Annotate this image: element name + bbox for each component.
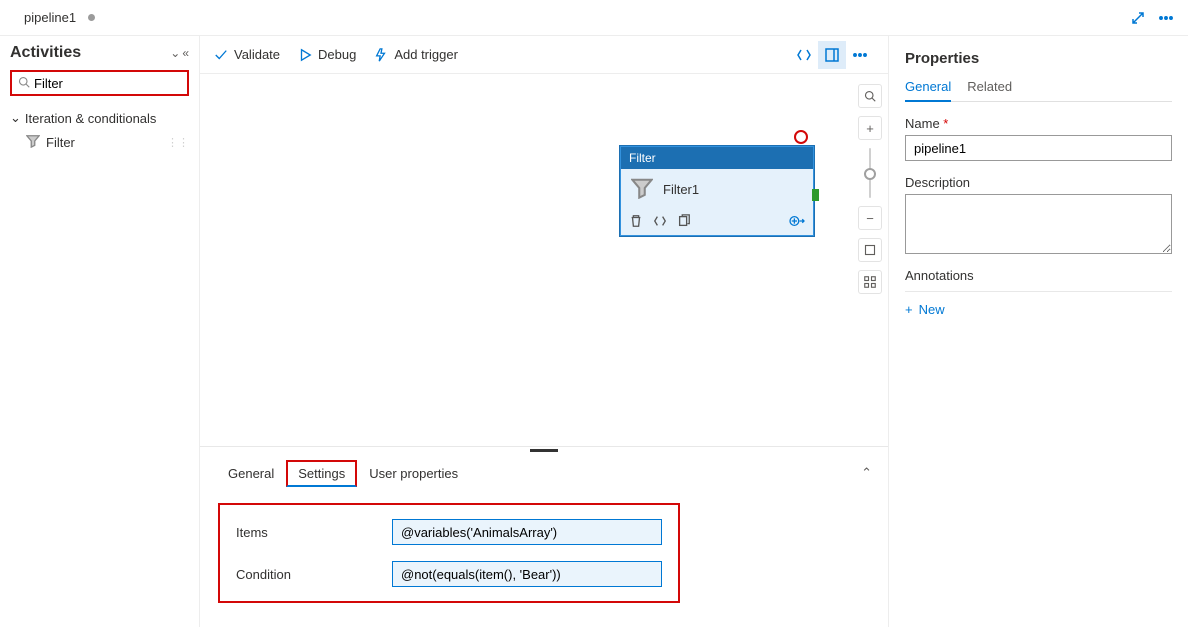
- zoom-slider[interactable]: [869, 148, 871, 198]
- filter-activity-node[interactable]: Filter Filter1: [620, 146, 814, 236]
- funnel-icon: [26, 134, 40, 151]
- search-input[interactable]: [34, 76, 210, 91]
- grip-icon: ⋮⋮: [167, 136, 189, 149]
- condition-label: Condition: [236, 567, 372, 582]
- activities-panel: Activities ⌄ « ⌄ Iteration & conditional…: [0, 36, 200, 627]
- annotations-label: Annotations: [905, 268, 1172, 283]
- condition-input[interactable]: [392, 561, 662, 587]
- category-label: Iteration & conditionals: [25, 111, 157, 126]
- add-trigger-label: Add trigger: [394, 47, 458, 62]
- activity-label: Filter: [46, 135, 75, 150]
- add-output-icon[interactable]: [789, 214, 805, 231]
- more-icon[interactable]: [1152, 4, 1180, 32]
- node-type-label: Filter: [621, 147, 813, 169]
- canvas-tools: + −: [852, 74, 888, 446]
- zoom-in-icon[interactable]: +: [858, 116, 882, 140]
- delete-icon[interactable]: [629, 214, 643, 231]
- properties-title: Properties: [905, 50, 1172, 67]
- debug-label: Debug: [318, 47, 356, 62]
- design-canvas[interactable]: Filter Filter1: [200, 74, 852, 446]
- copy-icon[interactable]: [677, 214, 691, 231]
- pipeline-description-input[interactable]: [905, 194, 1172, 254]
- tab-general[interactable]: General: [216, 460, 286, 487]
- activities-search[interactable]: [10, 70, 189, 96]
- tab-settings[interactable]: Settings: [286, 460, 357, 487]
- properties-toggle-icon[interactable]: [818, 41, 846, 69]
- activity-settings-panel: General Settings User properties ⌃ Items…: [200, 446, 888, 627]
- funnel-icon: [631, 177, 653, 202]
- name-label: Name: [905, 116, 1172, 131]
- expand-icon[interactable]: [1124, 4, 1152, 32]
- items-input[interactable]: [392, 519, 662, 545]
- debug-button[interactable]: Debug: [298, 47, 356, 62]
- activities-title: Activities: [10, 44, 81, 62]
- properties-tab-related[interactable]: Related: [967, 79, 1012, 101]
- pipeline-name-input[interactable]: [905, 135, 1172, 161]
- chevron-down-icon: ⌄: [10, 110, 21, 126]
- search-icon: [18, 76, 30, 91]
- code-icon[interactable]: [653, 214, 667, 231]
- plus-icon: +: [905, 302, 913, 317]
- zoom-out-icon[interactable]: −: [858, 206, 882, 230]
- validate-button[interactable]: Validate: [214, 47, 280, 62]
- success-output-handle[interactable]: [812, 189, 819, 201]
- tab-bar: pipeline1: [0, 0, 1188, 36]
- items-label: Items: [236, 525, 372, 540]
- settings-form: Items Condition: [218, 503, 680, 603]
- properties-tab-general[interactable]: General: [905, 79, 951, 102]
- canvas-search-icon[interactable]: [858, 84, 882, 108]
- description-label: Description: [905, 175, 1172, 190]
- chevron-left-icon: «: [182, 46, 189, 60]
- activity-filter[interactable]: Filter ⋮⋮: [10, 130, 189, 155]
- layout-icon[interactable]: [858, 270, 882, 294]
- add-trigger-button[interactable]: Add trigger: [374, 47, 458, 62]
- new-annotation-label: New: [919, 302, 945, 317]
- tab-unsaved-indicator: [88, 14, 95, 21]
- tab-user-properties[interactable]: User properties: [357, 460, 470, 487]
- validation-error-marker: [794, 130, 808, 144]
- panel-resize-handle[interactable]: [200, 447, 888, 455]
- chevron-down-icon: ⌄: [170, 46, 180, 60]
- tab-title: pipeline1: [24, 10, 76, 25]
- activities-collapse-icons[interactable]: ⌄ «: [170, 46, 189, 60]
- category-iteration[interactable]: ⌄ Iteration & conditionals: [10, 106, 189, 130]
- toolbar-more-icon[interactable]: [846, 41, 874, 69]
- pipeline-toolbar: Validate Debug Add trigger: [200, 36, 888, 74]
- code-view-icon[interactable]: [790, 41, 818, 69]
- add-annotation-button[interactable]: + New: [905, 291, 1172, 317]
- fit-screen-icon[interactable]: [858, 238, 882, 262]
- panel-collapse-icon[interactable]: ⌃: [861, 465, 872, 481]
- zoom-slider-knob[interactable]: [864, 168, 876, 180]
- tab-pipeline[interactable]: pipeline1: [8, 0, 105, 35]
- validate-label: Validate: [234, 47, 280, 62]
- node-name: Filter1: [663, 182, 699, 197]
- properties-panel: Properties General Related Name Descript…: [888, 36, 1188, 627]
